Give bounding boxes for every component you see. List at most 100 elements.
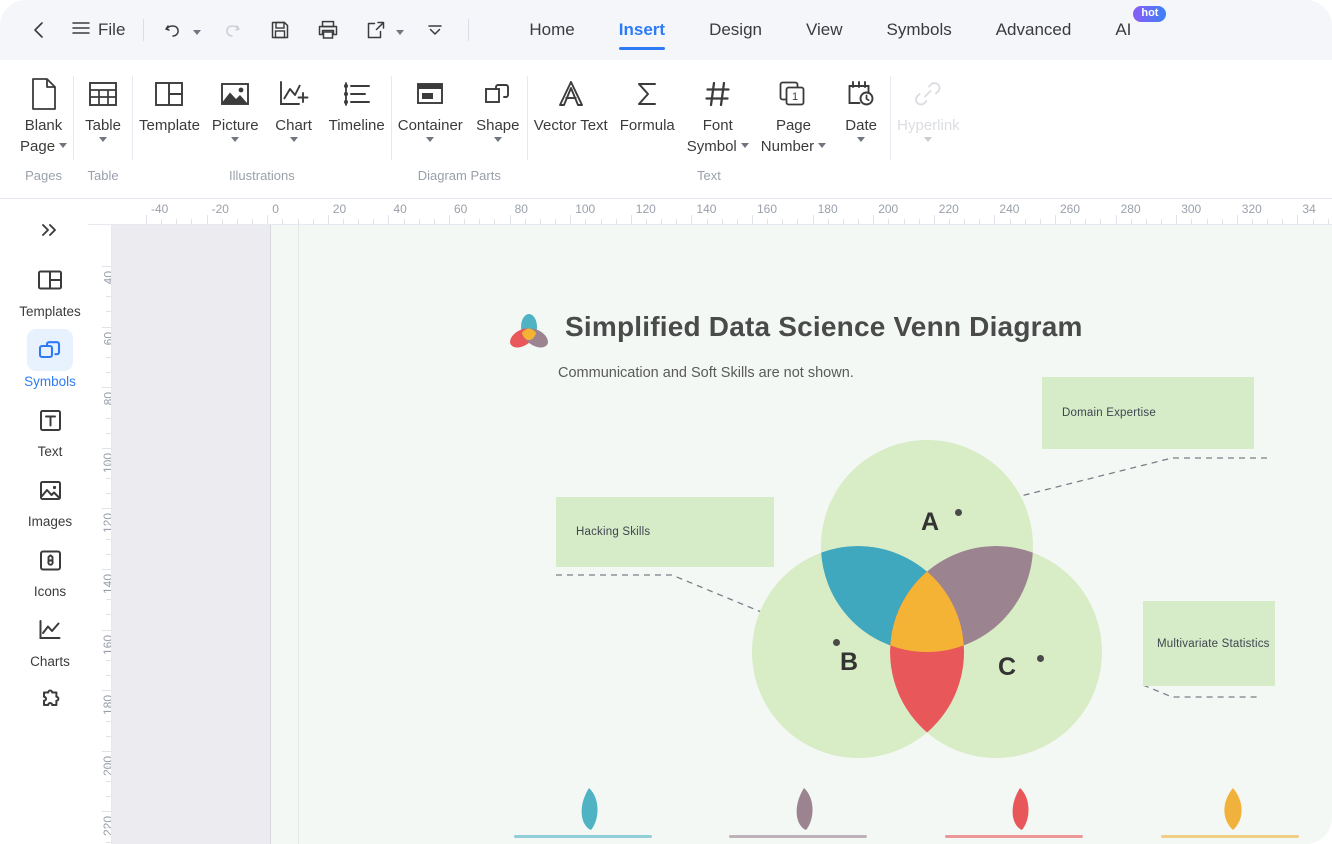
tab-ai[interactable]: AI hot: [1093, 0, 1167, 60]
tag-domain-expertise[interactable]: Domain Expertise: [1042, 377, 1254, 449]
sidebar-item-icons[interactable]: Icons: [12, 539, 88, 599]
ribbon-button-hyperlink[interactable]: Hyperlink: [891, 70, 966, 142]
drawing-canvas[interactable]: Domain Expertise Hacking Skills Multivar…: [112, 225, 1332, 844]
diagram-subtitle[interactable]: Communication and Soft Skills are not sh…: [558, 365, 854, 381]
sidebar-expand-button[interactable]: [30, 213, 70, 247]
sidebar-item-templates[interactable]: Templates: [12, 259, 88, 319]
ruler-tick-minor: [191, 219, 193, 224]
ribbon-button-template[interactable]: Template: [133, 70, 206, 135]
chevron-down-icon[interactable]: [59, 143, 68, 148]
ruler-tick-minor: [736, 219, 738, 224]
sidebar-item-charts[interactable]: Charts: [12, 609, 88, 669]
ruler-tick: [994, 215, 996, 224]
chevron-down-icon[interactable]: [289, 137, 298, 142]
sidebar-item-images[interactable]: Images: [12, 469, 88, 529]
undo-button[interactable]: [156, 13, 190, 47]
sidebar-label-icons: Icons: [33, 584, 67, 599]
redo-button[interactable]: [215, 13, 249, 47]
anchor-dot-c: [1037, 655, 1044, 662]
ruler-tick-minor: [1085, 219, 1087, 224]
ruler-tick: [206, 215, 208, 224]
tab-home[interactable]: Home: [507, 0, 596, 60]
legend-petal-mauve[interactable]: [782, 785, 824, 835]
horizontal-ruler[interactable]: -40 -20 0 20 40 60 80 100 120 140 160 180 200 220 240 2…: [100, 199, 1332, 225]
venn-label-a[interactable]: A: [921, 508, 939, 537]
ruler-tick-minor: [161, 219, 163, 224]
more-options-button[interactable]: [418, 13, 452, 47]
ribbon-button-vector-text[interactable]: Vector Text: [528, 70, 614, 135]
ruler-label: 280: [1120, 202, 1141, 216]
chevron-down-icon[interactable]: [924, 137, 933, 142]
chevron-down-icon[interactable]: [818, 143, 827, 148]
ribbon-button-font-symbol[interactable]: Font Symbol: [681, 70, 755, 156]
chevron-down-icon[interactable]: [493, 137, 502, 142]
ruler-label: 0: [272, 202, 279, 216]
sidebar-item-text[interactable]: Text: [12, 399, 88, 459]
legend-petal-teal[interactable]: [567, 785, 609, 835]
tab-insert[interactable]: Insert: [597, 0, 687, 60]
ruler-tick-minor: [1282, 219, 1284, 224]
text-icon: [27, 399, 73, 441]
venn-label-b[interactable]: B: [840, 648, 858, 677]
save-button[interactable]: [263, 13, 297, 47]
ribbon-button-formula[interactable]: Formula: [614, 70, 681, 135]
ruler-tick-minor: [106, 417, 111, 419]
ribbon-group-items: Template Picture Chart Timeline: [133, 60, 391, 168]
ruler-label: -20: [211, 202, 229, 216]
venn-diagram[interactable]: [752, 440, 1102, 760]
undo-dropdown-caret[interactable]: [193, 30, 202, 35]
back-button[interactable]: [22, 13, 56, 47]
ruler-tick-minor: [236, 219, 238, 224]
tag-hacking-skills[interactable]: Hacking Skills: [556, 497, 774, 567]
chevron-down-icon[interactable]: [426, 137, 435, 142]
file-menu-button[interactable]: File: [66, 13, 131, 47]
ribbon-group-title: Text: [697, 168, 721, 183]
ruler-label: 120: [635, 202, 656, 216]
vertical-ruler[interactable]: 40 60 80 100 120 140 160 180 200 220: [88, 225, 112, 844]
formula-icon: [633, 74, 661, 114]
ribbon-button-page-number[interactable]: 1 Page Number: [755, 70, 832, 156]
ribbon-button-blank-page[interactable]: Blank Page: [14, 70, 73, 156]
ruler-label: 180: [817, 202, 838, 216]
chevron-down-icon[interactable]: [740, 143, 749, 148]
venn-label-c[interactable]: C: [998, 653, 1016, 682]
print-button[interactable]: [311, 13, 345, 47]
ruler-tick-minor: [767, 219, 769, 224]
ribbon-group-title: Table: [87, 168, 119, 183]
tag-multivariate-statistics[interactable]: Multivariate Statistics: [1143, 601, 1275, 686]
tab-design[interactable]: Design: [687, 0, 784, 60]
ribbon-button-table[interactable]: Table: [74, 70, 132, 142]
ruler-label: 120: [101, 513, 112, 534]
ribbon-button-timeline[interactable]: Timeline: [323, 70, 391, 135]
ribbon-button-shape[interactable]: Shape: [469, 70, 527, 142]
export-dropdown-caret[interactable]: [396, 30, 405, 35]
ribbon-button-chart[interactable]: Chart: [265, 70, 323, 142]
ruler-tick: [1115, 215, 1117, 224]
ribbon-button-picture[interactable]: Picture: [206, 70, 265, 142]
chevron-down-icon[interactable]: [231, 137, 240, 142]
ruler-tick-minor: [1024, 219, 1026, 224]
tab-label: Insert: [618, 20, 666, 39]
ruler-tick-minor: [176, 219, 178, 224]
sidebar-item-symbols[interactable]: Symbols: [12, 329, 88, 389]
chevron-down-icon[interactable]: [99, 137, 108, 142]
legend-petal-red[interactable]: [998, 785, 1040, 835]
ruler-tick: [570, 215, 572, 224]
ruler-tick-minor: [1267, 219, 1269, 224]
sidebar-item-plugins[interactable]: [12, 679, 88, 724]
ribbon-button-container[interactable]: Container: [392, 70, 469, 142]
ribbon-button-date[interactable]: Date: [832, 70, 890, 142]
chevron-down-icon[interactable]: [857, 137, 866, 142]
ruler-tick-minor: [903, 219, 905, 224]
diagram-title[interactable]: Simplified Data Science Venn Diagram: [565, 310, 1083, 344]
tab-label: Home: [529, 20, 575, 39]
ruler-label: 200: [101, 755, 112, 776]
tab-view[interactable]: View: [784, 0, 865, 60]
ruler-tick-minor: [706, 219, 708, 224]
tab-advanced[interactable]: Advanced: [974, 0, 1094, 60]
legend-petal-amber[interactable]: [1210, 785, 1256, 835]
ruler-tick: [933, 215, 935, 224]
export-button[interactable]: [359, 13, 393, 47]
ruler-label: 160: [757, 202, 778, 216]
tab-symbols[interactable]: Symbols: [865, 0, 974, 60]
